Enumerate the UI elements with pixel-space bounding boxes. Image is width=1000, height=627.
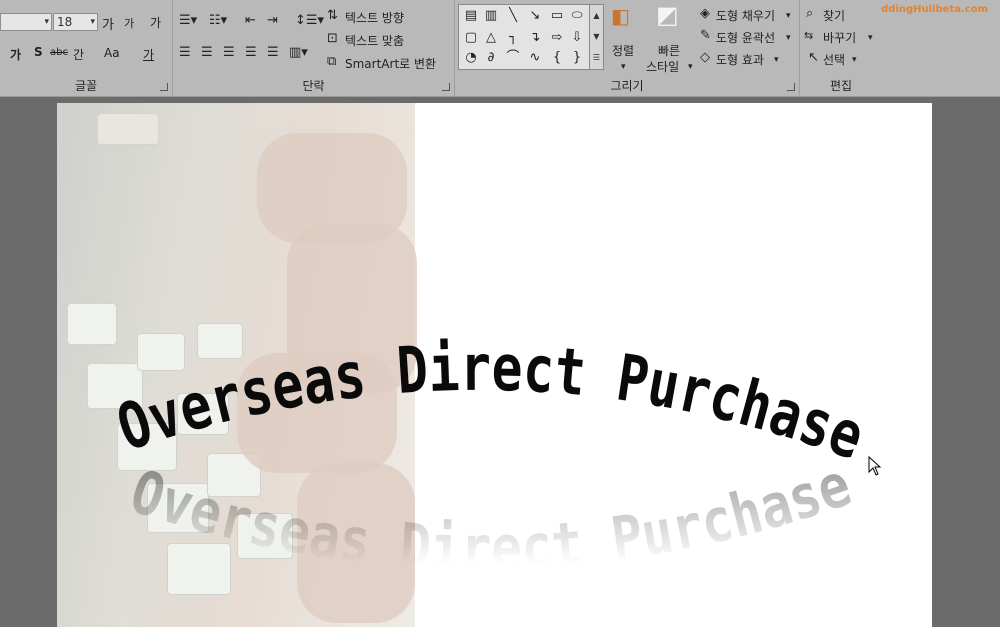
line-spacing-icon[interactable]: ↕☰▾	[295, 14, 324, 28]
find-icon[interactable]: ⌕	[806, 7, 813, 21]
shape-effects-dropdown-icon[interactable]: ▾	[774, 53, 779, 67]
convert-smartart-button[interactable]: SmartArt로 변환	[345, 55, 436, 72]
arrow-line-shape-icon[interactable]: ↘	[525, 7, 545, 25]
bullets-icon[interactable]: ☰▾	[179, 14, 197, 28]
watermark: ddingHulibeta.com	[881, 4, 988, 15]
shape-outline-button[interactable]: 도형 윤곽선	[716, 29, 775, 46]
font-group: ▾ 18 ▾ 가 가 가 가 S abc 간 Aa 가 글꼴	[0, 0, 173, 96]
shadow-button[interactable]: S	[34, 45, 43, 59]
font-name-combo[interactable]: ▾	[0, 13, 52, 31]
shape-effects-button[interactable]: 도형 효과	[716, 51, 764, 68]
elbow-connector-icon[interactable]: ┐	[503, 29, 523, 47]
elbow-arrow-connector-icon[interactable]: ↴	[525, 29, 545, 47]
arrange-icon[interactable]: ◧	[611, 6, 630, 26]
shape-effects-icon[interactable]: ◇	[700, 51, 710, 65]
replace-dropdown-icon[interactable]: ▾	[868, 31, 873, 45]
freeform-shape-icon[interactable]: ∂	[481, 49, 501, 67]
align-right-icon[interactable]: ☰	[223, 46, 235, 60]
oval-shape-icon[interactable]: ⬭	[567, 7, 587, 25]
paragraph-dialog-launcher[interactable]	[442, 83, 450, 91]
slide-title: Overseas Direct Purchase	[109, 332, 873, 475]
arc-shape-icon[interactable]: ⌒	[503, 49, 523, 67]
triangle-shape-icon[interactable]: △	[481, 29, 501, 47]
find-button[interactable]: 찾기	[823, 7, 845, 24]
paragraph-group: ☰▾ ☷▾ ⇤ ⇥ ↕☰▾ ☰ ☰ ☰ ☰ ☰ ▥▾ ⇅ 텍스트 방향 ⊡ 텍스…	[173, 0, 455, 96]
align-left-icon[interactable]: ☰	[179, 46, 191, 60]
quick-styles-label-line2[interactable]: 스타일	[646, 58, 679, 75]
shape-outline-dropdown-icon[interactable]: ▾	[786, 31, 791, 45]
shapes-gallery[interactable]: ▤ ▥ ╲ ↘ ▭ ⬭ ▢ △ ┐ ↴ ⇨ ⇩ ◔ ∂ ⌒ ∿ { } ▲ ▼ …	[458, 4, 604, 70]
paragraph-group-label: 단락	[302, 79, 325, 93]
align-text-icon[interactable]: ⊡	[327, 32, 338, 46]
align-center-icon[interactable]: ☰	[201, 46, 213, 60]
quick-styles-label-line1[interactable]: 빠른	[658, 42, 680, 59]
smartart-icon[interactable]: ⧉	[327, 55, 336, 69]
replace-button[interactable]: 바꾸기	[823, 29, 856, 46]
rectangle-shape-icon[interactable]: ▭	[547, 7, 567, 25]
select-button[interactable]: 선택	[823, 51, 845, 68]
numbering-icon[interactable]: ☷▾	[209, 14, 227, 28]
increase-indent-icon[interactable]: ⇥	[267, 14, 278, 28]
bold-button[interactable]: 가	[10, 46, 21, 63]
font-size-combo[interactable]: 18 ▾	[53, 13, 98, 31]
quick-styles-icon[interactable]: ◩	[656, 3, 679, 27]
shrink-font-button[interactable]: 가	[124, 15, 134, 31]
arrange-button[interactable]: 정렬	[612, 42, 634, 59]
editing-group-label: 편집	[829, 79, 853, 93]
decrease-indent-icon[interactable]: ⇤	[245, 14, 256, 28]
distributed-icon[interactable]: ☰	[267, 46, 279, 60]
grow-font-button[interactable]: 가	[102, 14, 114, 33]
shape-fill-icon[interactable]: ◈	[700, 7, 710, 21]
select-cursor-icon[interactable]: ↖	[808, 51, 819, 65]
title-text-shape[interactable]: Overseas Direct Purchase	[109, 332, 873, 475]
justify-icon[interactable]: ☰	[245, 46, 257, 60]
shape-fill-button[interactable]: 도형 채우기	[716, 7, 775, 24]
mouse-cursor-icon	[868, 456, 882, 476]
font-color-button[interactable]: 가	[143, 46, 154, 63]
font-dialog-launcher[interactable]	[160, 83, 168, 91]
rounded-rect-shape-icon[interactable]: ▢	[461, 29, 481, 47]
title-reflection: Overseas Direct Purchase	[122, 450, 859, 584]
char-spacing-button[interactable]: 간	[73, 46, 84, 63]
textbox-shape-icon[interactable]: ▤	[461, 7, 481, 25]
shape-outline-icon[interactable]: ✎	[700, 29, 711, 43]
strikethrough-button[interactable]: abc	[50, 47, 68, 58]
replace-icon[interactable]: ⇆	[804, 29, 813, 43]
align-text-button[interactable]: 텍스트 맞춤	[345, 32, 404, 49]
text-direction-button[interactable]: 텍스트 방향	[345, 9, 404, 26]
change-case-button[interactable]: Aa	[104, 46, 120, 60]
callout-shape-icon[interactable]: ◔	[461, 49, 481, 67]
text-direction-icon[interactable]: ⇅	[327, 9, 338, 23]
left-brace-shape-icon[interactable]: {	[547, 49, 567, 67]
clear-format-button[interactable]: 가	[150, 14, 161, 31]
font-group-label: 글꼴	[74, 79, 98, 93]
down-arrow-shape-icon[interactable]: ⇩	[567, 29, 587, 47]
right-arrow-shape-icon[interactable]: ⇨	[547, 29, 567, 47]
font-size-value: 18	[57, 15, 73, 29]
slide-canvas[interactable]: Overseas Direct Purchase Overseas Direct…	[57, 103, 932, 627]
title-reflection-text: Overseas Direct Purchase	[122, 450, 859, 584]
vertical-textbox-shape-icon[interactable]: ▥	[481, 7, 501, 25]
line-shape-icon[interactable]: ╲	[503, 7, 523, 25]
gallery-scroll-up[interactable]: ▲	[589, 5, 603, 26]
ribbon: ddingHulibeta.com ▾ 18 ▾ 가 가 가 가 S abc 간 …	[0, 0, 1000, 97]
title-wordart[interactable]: Overseas Direct Purchase Overseas Direct…	[57, 103, 932, 627]
shape-fill-dropdown-icon[interactable]: ▾	[786, 9, 791, 23]
columns-icon[interactable]: ▥▾	[289, 46, 308, 60]
quick-styles-dropdown-icon[interactable]: ▾	[688, 60, 693, 74]
select-dropdown-icon[interactable]: ▾	[852, 53, 857, 67]
arrange-dropdown-icon[interactable]: ▾	[621, 60, 626, 74]
drawing-dialog-launcher[interactable]	[787, 83, 795, 91]
gallery-scroll-down[interactable]: ▼	[589, 26, 603, 47]
right-brace-shape-icon[interactable]: }	[567, 49, 587, 67]
drawing-group-label: 그리기	[610, 79, 644, 93]
curve-shape-icon[interactable]: ∿	[525, 49, 545, 67]
gallery-more-button[interactable]: ☰	[589, 47, 603, 69]
